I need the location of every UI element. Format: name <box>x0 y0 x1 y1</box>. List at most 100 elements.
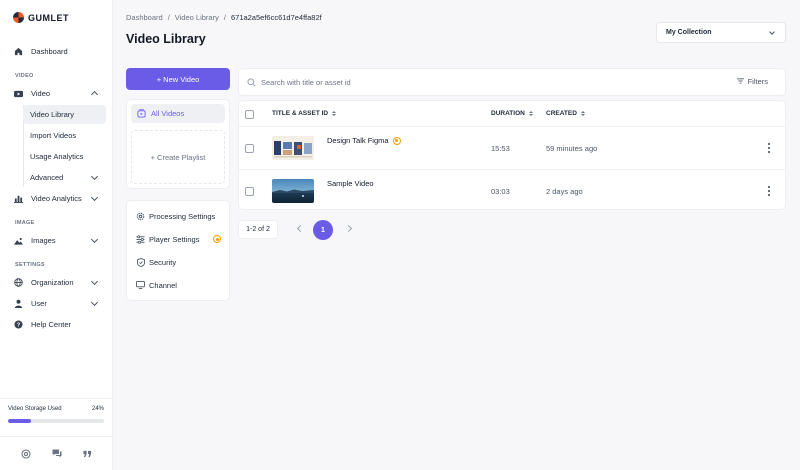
video-title[interactable]: Design Talk Figma <box>327 136 401 145</box>
security-label: Security <box>149 257 177 267</box>
breadcrumb-current: 671a2a5ef6cc61d7e4ffa82f <box>230 13 322 22</box>
sidebar-item-video[interactable]: Video <box>8 84 106 103</box>
chevron-up-icon <box>90 90 99 99</box>
sidebar-item-label: Video Analytics <box>31 194 82 203</box>
all-videos-item[interactable]: All Videos <box>131 104 225 123</box>
processing-settings-item[interactable]: Processing Settings <box>136 209 215 223</box>
sidebar: GUMLET Dashboard VIDEO Video Video Libra… <box>0 0 113 470</box>
quote-icon[interactable] <box>82 448 94 460</box>
video-title-text: Design Talk Figma <box>327 136 389 145</box>
channel-label: Channel <box>149 280 177 290</box>
video-thumbnail[interactable] <box>272 136 314 160</box>
column-header-label: TITLE & ASSET ID <box>272 110 329 117</box>
row-checkbox[interactable] <box>245 144 254 153</box>
shield-icon <box>136 257 145 267</box>
storage-usage: Video Storage Used 24% <box>0 398 113 432</box>
player-settings-item[interactable]: Player Settings <box>136 232 221 246</box>
video-title[interactable]: Sample Video <box>327 179 374 188</box>
select-all-checkbox[interactable] <box>245 110 254 119</box>
sidebar-item-dashboard[interactable]: Dashboard <box>8 42 106 61</box>
column-header-duration[interactable]: DURATION <box>491 110 533 117</box>
column-header-label: CREATED <box>546 110 577 117</box>
svg-text:?: ? <box>17 323 21 329</box>
video-thumbnail[interactable] <box>272 179 314 203</box>
monitor-icon <box>136 281 145 289</box>
sidebar-item-label: Images <box>31 236 56 245</box>
page-button-1[interactable]: 1 <box>313 220 333 240</box>
support-icon[interactable] <box>20 448 32 460</box>
more-options-icon[interactable] <box>767 143 770 153</box>
column-header-title[interactable]: TITLE & ASSET ID <box>272 110 337 117</box>
logo-text: GUMLET <box>28 12 69 23</box>
sidebar-item-import-videos[interactable]: Import Videos <box>23 126 106 145</box>
processing-settings-label: Processing Settings <box>149 211 216 221</box>
sidebar-footer <box>0 436 113 470</box>
collection-select[interactable]: My Collection <box>656 22 786 43</box>
storage-label: Video Storage Used <box>8 406 62 412</box>
section-label-video: VIDEO <box>15 73 34 79</box>
image-icon <box>14 236 23 245</box>
breadcrumb: Dashboard / Video Library / 671a2a5ef6cc… <box>126 13 322 22</box>
create-playlist-button[interactable]: + Create Playlist <box>131 130 225 184</box>
storage-percent: 24% <box>91 406 104 412</box>
table-row[interactable]: Sample Video 03:03 2 days ago <box>239 169 785 211</box>
collection-select-value: My Collection <box>666 29 712 36</box>
sidebar-item-usage-analytics[interactable]: Usage Analytics <box>23 147 106 166</box>
sidebar-item-advanced[interactable]: Advanced <box>23 168 106 187</box>
row-checkbox[interactable] <box>245 187 254 196</box>
search-input[interactable] <box>261 76 661 89</box>
home-icon <box>14 47 23 56</box>
storage-progress-bar <box>8 419 104 423</box>
folder-icon <box>137 109 146 118</box>
chat-icon[interactable] <box>51 448 63 460</box>
sidebar-item-video-library[interactable]: Video Library <box>23 105 106 124</box>
sort-icon <box>580 111 585 116</box>
search-bar: Filters <box>238 68 786 96</box>
breadcrumb-separator: / <box>223 13 226 22</box>
chevron-down-icon <box>90 172 99 181</box>
logo[interactable]: GUMLET <box>13 12 69 23</box>
video-icon <box>14 89 23 98</box>
sidebar-item-label: Dashboard <box>31 47 68 56</box>
video-created: 2 days ago <box>546 187 583 196</box>
video-created: 59 minutes ago <box>546 144 598 153</box>
sidebar-item-organization[interactable]: Organization <box>8 273 106 292</box>
help-icon: ? <box>14 320 23 329</box>
breadcrumb-dashboard[interactable]: Dashboard <box>126 13 163 22</box>
sidebar-item-user[interactable]: User <box>8 294 106 313</box>
chevron-down-icon <box>90 235 99 244</box>
page-title: Video Library <box>126 32 206 46</box>
breadcrumb-separator: / <box>167 13 170 22</box>
more-options-icon[interactable] <box>767 186 770 196</box>
channel-item[interactable]: Channel <box>136 278 177 292</box>
search-icon <box>247 78 256 89</box>
gumlet-logo-icon <box>13 12 24 23</box>
sidebar-item-video-analytics[interactable]: Video Analytics <box>8 189 106 208</box>
sort-icon <box>528 111 533 116</box>
user-icon <box>14 299 23 308</box>
chevron-left-icon[interactable] <box>296 224 305 233</box>
sort-icon <box>332 111 337 116</box>
sidebar-item-images[interactable]: Images <box>8 231 106 250</box>
new-video-button[interactable]: + New Video <box>126 68 230 90</box>
player-settings-label: Player Settings <box>149 234 200 244</box>
sidebar-item-label: Organization <box>31 278 74 287</box>
sidebar-item-help-center[interactable]: ? Help Center <box>8 315 106 334</box>
column-header-created[interactable]: CREATED <box>546 110 585 117</box>
filters-label: Filters <box>747 77 768 86</box>
security-item[interactable]: Security <box>136 255 176 269</box>
warning-dot-icon <box>213 235 221 243</box>
video-duration: 15:53 <box>491 144 510 153</box>
filters-button[interactable]: Filters <box>736 77 768 86</box>
chevron-down-icon <box>90 193 99 202</box>
chevron-down-icon <box>769 29 775 35</box>
table-row[interactable]: Design Talk Figma 15:53 59 minutes ago <box>239 127 785 169</box>
sidebar-item-label: Advanced <box>30 173 64 182</box>
chevron-right-icon[interactable] <box>344 224 353 233</box>
pagination-count: 1-2 of 2 <box>238 220 278 239</box>
video-duration: 03:03 <box>491 187 510 196</box>
bar-chart-icon <box>14 194 23 203</box>
section-label-image: IMAGE <box>15 220 35 226</box>
sidebar-item-label: Help Center <box>31 320 72 329</box>
breadcrumb-video-library[interactable]: Video Library <box>175 13 219 22</box>
